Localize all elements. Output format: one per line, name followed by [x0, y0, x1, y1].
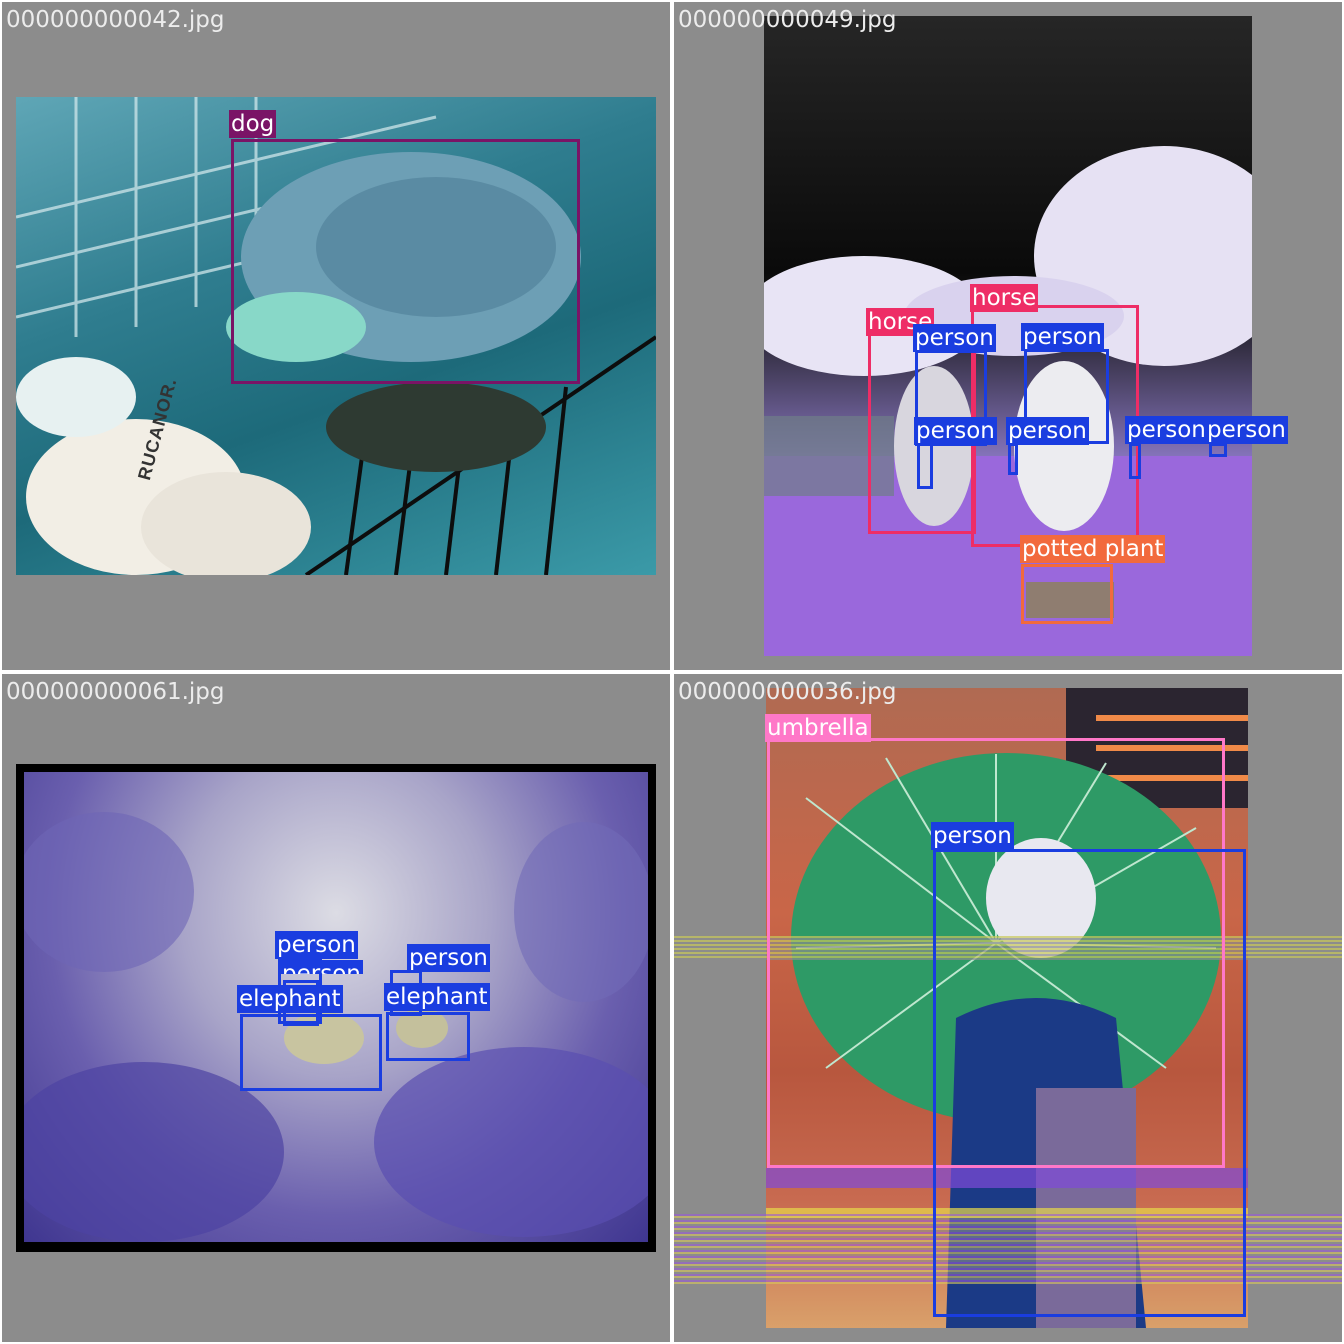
bbox-label-person: person	[280, 960, 363, 974]
panel-filename: 000000000061.jpg	[6, 679, 225, 705]
bbox-label-potted-plant: potted plant	[1020, 535, 1166, 563]
bbox-label-person: person	[914, 417, 997, 445]
bbox-label-person: person	[1125, 416, 1208, 444]
bbox-label-umbrella: umbrella	[765, 714, 871, 742]
bbox-label-person: person	[1006, 417, 1089, 445]
bbox-dog	[231, 139, 580, 384]
bbox-label-person: person	[1021, 323, 1104, 351]
bbox-person	[1129, 443, 1141, 479]
bbox-person	[933, 849, 1246, 1317]
bbox-elephant	[240, 1014, 382, 1091]
mosaic-panel-3: 000000000036.jpg umbrella person	[674, 674, 1342, 1342]
panel-filename: 000000000036.jpg	[678, 679, 897, 705]
mosaic-panel-2: 000000000061.jpg person person person el…	[2, 674, 670, 1342]
bbox-label-person: person	[913, 324, 996, 352]
bbox-label-person: person	[275, 931, 358, 959]
panel-filename: 000000000042.jpg	[6, 7, 225, 33]
bbox-person	[917, 443, 933, 489]
bbox-label-person: person	[407, 944, 490, 972]
mosaic-panel-0: 000000000042.jpg RUCANOR. dog	[2, 2, 670, 670]
bbox-label-person: person	[931, 822, 1014, 850]
bbox-person	[1209, 443, 1227, 457]
bbox-potted-plant	[1021, 564, 1113, 624]
panel-filename: 000000000049.jpg	[678, 7, 897, 33]
bbox-label-horse: horse	[970, 284, 1039, 312]
bbox-label-elephant: elephant	[384, 983, 490, 1011]
bbox-label-person: person	[1205, 416, 1288, 444]
bbox-label-elephant: elephant	[237, 985, 343, 1013]
bbox-elephant	[386, 1012, 470, 1061]
bbox-person	[1008, 443, 1018, 475]
bbox-label-dog: dog	[229, 110, 277, 138]
mosaic-panel-1: 000000000049.jpg horse horse person pers…	[674, 2, 1342, 670]
